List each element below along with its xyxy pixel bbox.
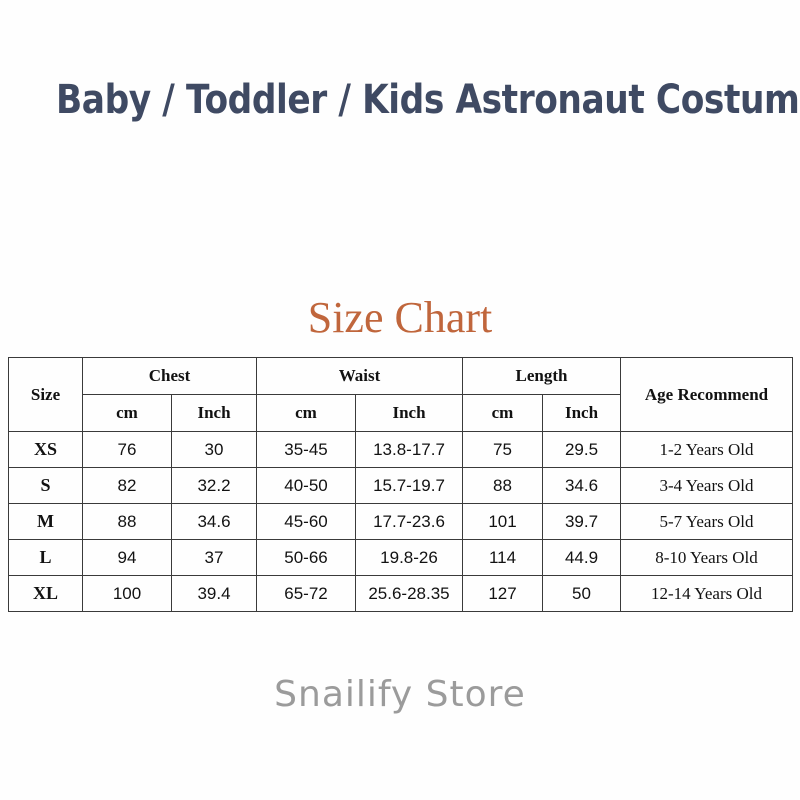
table-row: XL 100 39.4 65-72 25.6-28.35 127 50 12-14 Years… [8, 575, 793, 612]
store-watermark: Snailify Store [274, 674, 526, 715]
cell-length-cm: 88 [462, 467, 543, 504]
cell-length-inch: 39.7 [542, 503, 621, 540]
cell-length-cm: 101 [462, 503, 543, 540]
cell-size: L [8, 539, 83, 576]
cell-waist-inch: 13.8-17.7 [355, 431, 463, 468]
column-header-size: Size [8, 357, 83, 432]
cell-length-inch: 29.5 [542, 431, 621, 468]
cell-waist-cm: 40-50 [256, 467, 356, 504]
cell-age: 12-14 Years Old [620, 575, 793, 612]
cell-age: 3-4 Years Old [620, 467, 793, 504]
column-header-age-recommend: Age Recommend [620, 357, 793, 432]
cell-size: M [8, 503, 83, 540]
cell-size: S [8, 467, 83, 504]
cell-length-inch: 34.6 [542, 467, 621, 504]
cell-chest-cm: 82 [82, 467, 172, 504]
size-chart-table: Size Chest Waist Length Age Recommend cm… [8, 357, 793, 612]
size-chart-page: Baby / Toddler / Kids Astronaut Costume … [0, 0, 800, 800]
cell-size: XS [8, 431, 83, 468]
column-header-length: Length [462, 357, 621, 395]
cell-size: XL [8, 575, 83, 612]
page-title: Baby / Toddler / Kids Astronaut Costume [56, 77, 800, 123]
cell-chest-cm: 94 [82, 539, 172, 576]
cell-length-inch: 44.9 [542, 539, 621, 576]
cell-waist-inch: 25.6-28.35 [355, 575, 463, 612]
cell-length-cm: 114 [462, 539, 543, 576]
table-body: XS 76 30 35-45 13.8-17.7 75 29.5 1-2 Years Old S… [8, 431, 793, 612]
table-row: M 88 34.6 45-60 17.7-23.6 101 39.7 5-7 Years Ol… [8, 503, 793, 540]
cell-chest-inch: 39.4 [171, 575, 257, 612]
column-header-length-inch: Inch [542, 394, 621, 432]
cell-length-cm: 75 [462, 431, 543, 468]
cell-chest-cm: 88 [82, 503, 172, 540]
cell-waist-cm: 35-45 [256, 431, 356, 468]
table-row: S 82 32.2 40-50 15.7-19.7 88 34.6 3-4 Years Old [8, 467, 793, 504]
cell-age: 5-7 Years Old [620, 503, 793, 540]
column-header-chest: Chest [82, 357, 257, 395]
size-chart-heading: Size Chart [307, 293, 493, 342]
column-header-waist-cm: cm [256, 394, 356, 432]
cell-chest-inch: 32.2 [171, 467, 257, 504]
table-row: XS 76 30 35-45 13.8-17.7 75 29.5 1-2 Years Old [8, 431, 793, 468]
cell-age: 8-10 Years Old [620, 539, 793, 576]
table-header-row-groups: Size Chest Waist Length Age Recommend [8, 357, 793, 432]
table-row: L 94 37 50-66 19.8-26 114 44.9 8-10 Years Old [8, 539, 793, 576]
cell-length-inch: 50 [542, 575, 621, 612]
size-chart-table-container: Size Chest Waist Length Age Recommend cm… [8, 357, 793, 612]
column-header-waist: Waist [256, 357, 463, 395]
column-header-waist-inch: Inch [355, 394, 463, 432]
column-header-chest-inch: Inch [171, 394, 257, 432]
cell-chest-cm: 100 [82, 575, 172, 612]
cell-chest-inch: 30 [171, 431, 257, 468]
table-header: Size Chest Waist Length Age Recommend cm… [8, 357, 793, 432]
column-header-length-cm: cm [462, 394, 543, 432]
cell-age: 1-2 Years Old [620, 431, 793, 468]
cell-waist-cm: 65-72 [256, 575, 356, 612]
cell-chest-inch: 37 [171, 539, 257, 576]
cell-chest-inch: 34.6 [171, 503, 257, 540]
cell-waist-cm: 50-66 [256, 539, 356, 576]
cell-waist-cm: 45-60 [256, 503, 356, 540]
cell-chest-cm: 76 [82, 431, 172, 468]
cell-length-cm: 127 [462, 575, 543, 612]
column-header-chest-cm: cm [82, 394, 172, 432]
cell-waist-inch: 19.8-26 [355, 539, 463, 576]
cell-waist-inch: 17.7-23.6 [355, 503, 463, 540]
cell-waist-inch: 15.7-19.7 [355, 467, 463, 504]
